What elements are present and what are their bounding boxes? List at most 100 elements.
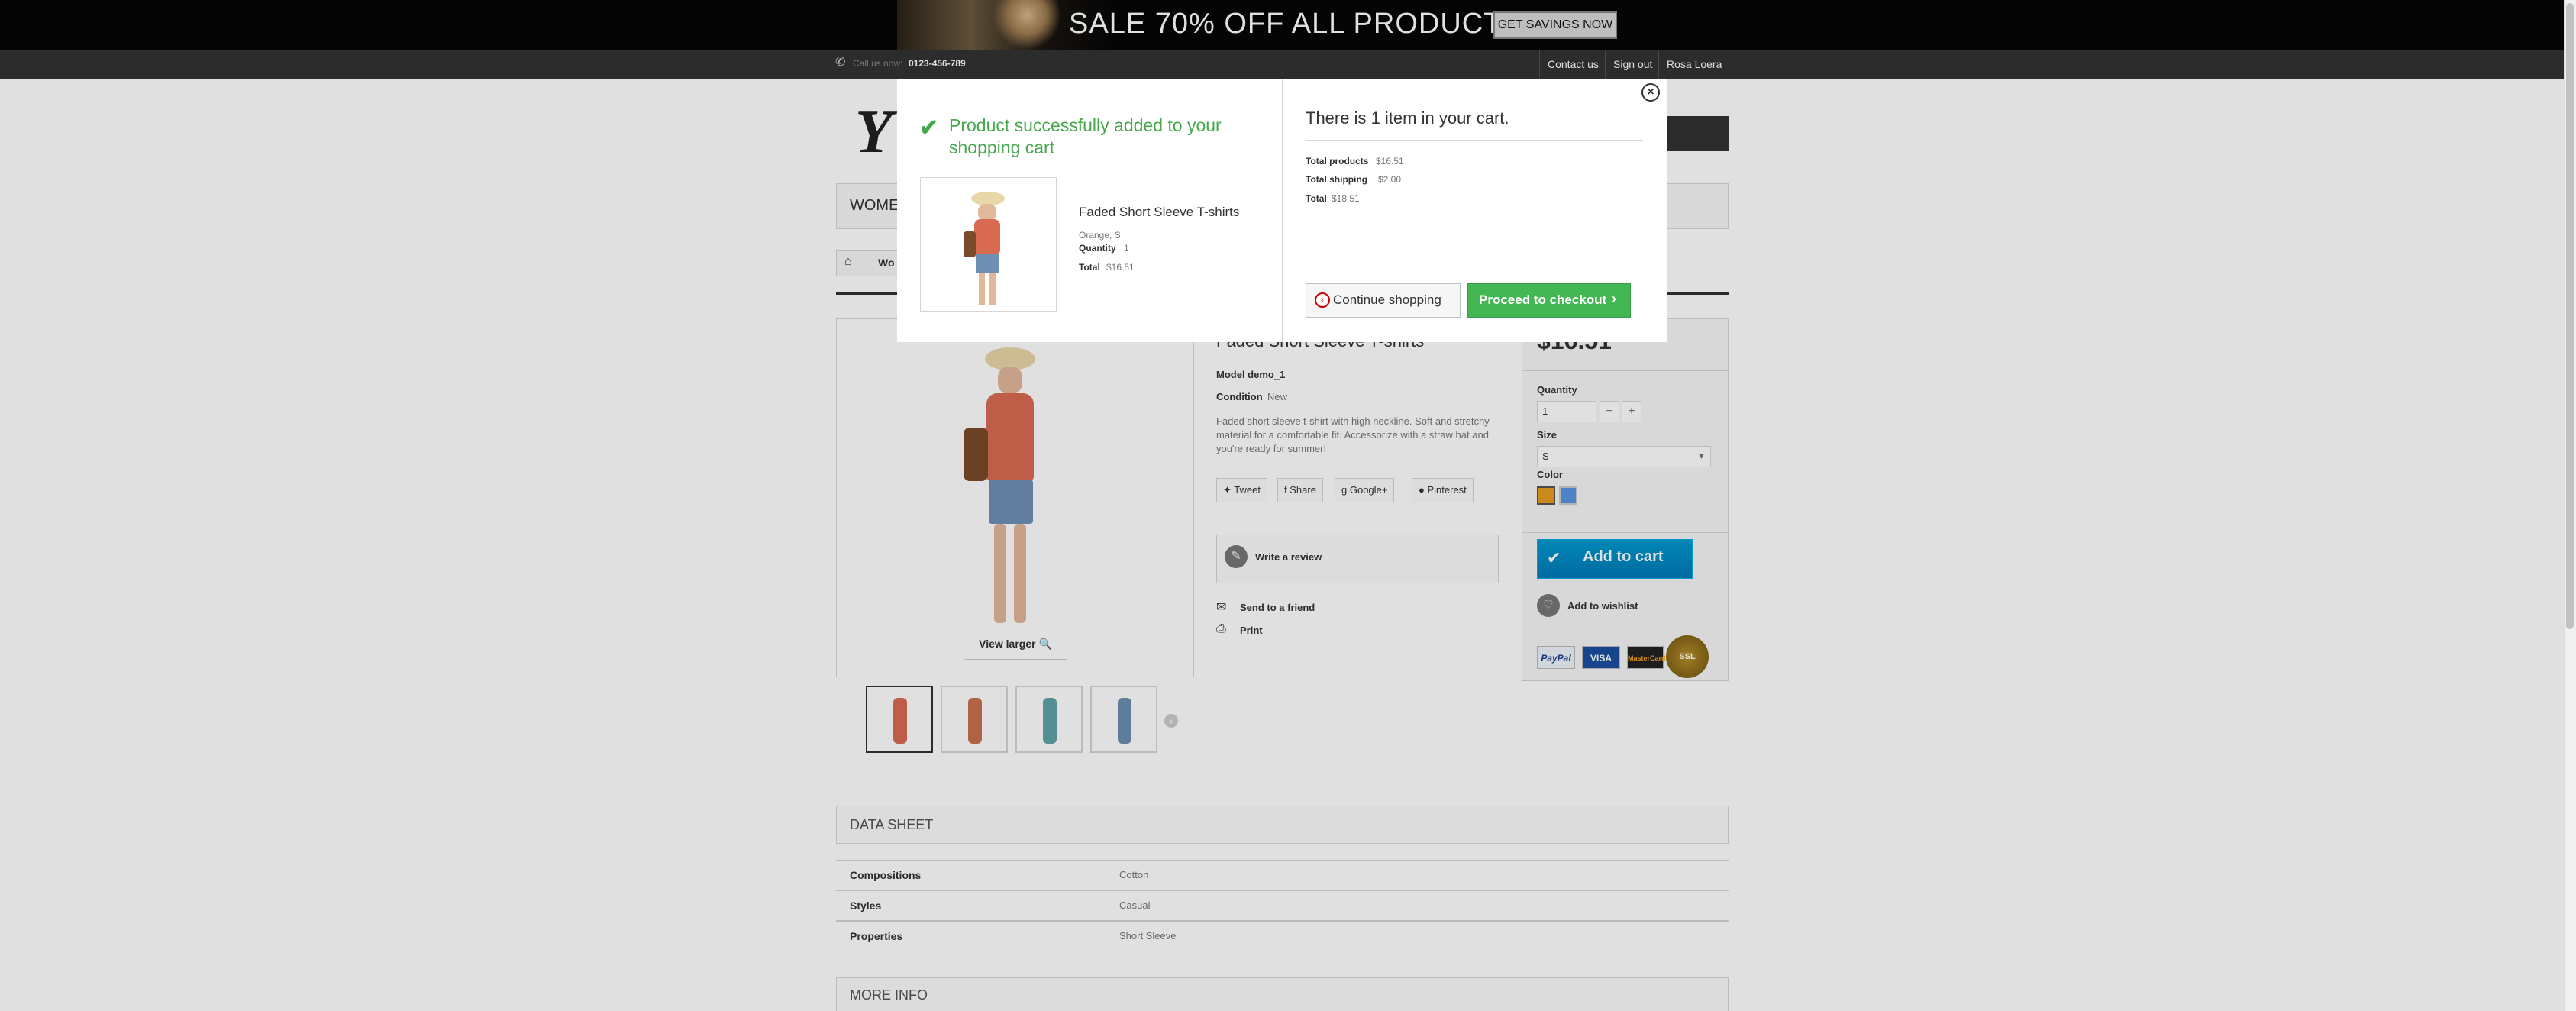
table-row <box>836 860 1729 890</box>
modal-model-shorts <box>976 254 999 273</box>
modal-product-name: Faded Short Sleeve T-shirts <box>1079 205 1240 219</box>
condition-label: Condition <box>1216 391 1263 402</box>
model-shorts <box>989 480 1033 524</box>
product-description: Faded short sleeve t-shirt with high nec… <box>1216 415 1490 454</box>
contact-us-link[interactable]: Contact us <box>1539 50 1606 79</box>
modal-model-head <box>978 204 996 221</box>
close-icon[interactable]: × <box>1641 83 1660 102</box>
banner-text: SALE 70% OFF ALL PRODUCTS <box>1069 8 1522 40</box>
size-select[interactable]: S <box>1537 446 1711 467</box>
check-icon: ✔ <box>919 115 939 141</box>
more-info-header <box>836 977 1729 1011</box>
home-icon[interactable]: ⌂ <box>844 255 852 269</box>
modal-product-image <box>920 177 1057 312</box>
sign-out-link[interactable]: Sign out <box>1605 50 1660 79</box>
model-leg-left <box>994 524 1006 623</box>
google-plus-button[interactable]: g Google+ <box>1335 478 1395 502</box>
pencil-icon: ✎ <box>1225 545 1248 568</box>
zoom-icon: 🔍 <box>1038 638 1052 650</box>
facebook-share-button[interactable]: f Share <box>1277 478 1323 502</box>
breadcrumb-item[interactable]: Wo <box>878 257 895 269</box>
success-message: Product successfully added to your shopp… <box>949 115 1222 157</box>
divider <box>1522 370 1729 371</box>
top-nav-bar <box>0 50 2564 79</box>
cart-count-text: There is 1 item in your cart. <box>1306 108 1509 128</box>
data-sheet-value: Cotton <box>1119 869 1149 880</box>
model-bag <box>964 428 988 481</box>
envelope-icon: ✉ <box>1216 601 1227 614</box>
modal-total-label: Total <box>1079 262 1100 273</box>
cart-total-value: $18.51 <box>1332 193 1360 204</box>
pinterest-button[interactable]: ● Pinterest <box>1412 478 1474 502</box>
thumbnail-2[interactable] <box>941 686 1008 753</box>
color-swatch-orange[interactable] <box>1537 486 1555 505</box>
chevron-down-icon[interactable]: ▼ <box>1693 447 1709 466</box>
total-shipping-value: $2.00 <box>1378 174 1402 185</box>
phone-icon: ✆ <box>835 56 846 69</box>
thumbnail-1[interactable] <box>866 686 933 753</box>
banner-model-figure <box>993 0 1061 50</box>
add-to-cart-label: Add to cart <box>1583 548 1664 565</box>
thumb-figure <box>968 698 982 744</box>
twitter-icon: ✦ <box>1223 484 1232 496</box>
quantity-minus-button[interactable]: − <box>1600 401 1619 422</box>
visa-logo: VISA <box>1582 646 1620 669</box>
phone-number: 0123-456-789 <box>909 58 966 69</box>
add-to-wishlist-link[interactable]: Add to wishlist <box>1567 600 1638 612</box>
product-model: Model demo_1 <box>1216 369 1286 380</box>
get-savings-button[interactable]: GET SAVINGS NOW <box>1493 11 1617 39</box>
total-products-value: $16.51 <box>1376 156 1404 166</box>
thumbnail-3[interactable] <box>1015 686 1083 753</box>
color-swatch-blue[interactable] <box>1559 486 1577 505</box>
modal-divider <box>1282 79 1283 342</box>
thumbnail-next-icon[interactable]: › <box>1164 714 1178 728</box>
model-leg-right <box>1014 524 1026 623</box>
call-us-label: Call us now: <box>853 58 903 69</box>
data-sheet-value: Short Sleeve <box>1119 930 1177 942</box>
thumbnail-4[interactable] <box>1090 686 1157 753</box>
send-to-friend-link[interactable]: Send to a friend <box>1240 602 1315 613</box>
pinterest-label: Pinterest <box>1427 484 1467 496</box>
data-sheet-header <box>836 806 1729 844</box>
total-products-label: Total products <box>1306 156 1369 166</box>
table-row <box>836 921 1729 951</box>
shop-logo[interactable]: Y <box>855 98 893 167</box>
thumb-figure <box>893 698 907 744</box>
write-review-link[interactable]: Write a review <box>1255 551 1322 563</box>
proceed-to-checkout-label: Proceed to checkout <box>1479 292 1607 307</box>
account-link[interactable]: Rosa Loera <box>1658 50 1729 79</box>
modal-model-leg-right <box>989 273 996 305</box>
color-label: Color <box>1537 469 1563 480</box>
quantity-label: Quantity <box>1537 384 1577 396</box>
view-larger-label: View larger <box>979 638 1036 650</box>
thumb-figure <box>1118 698 1131 744</box>
chevron-left-icon: ‹ <box>1315 292 1330 308</box>
modal-quantity-value: 1 <box>1124 243 1129 254</box>
modal-product-attributes: Orange, S <box>1079 230 1121 241</box>
cart-divider <box>1306 140 1643 141</box>
chevron-right-icon: › <box>1612 291 1616 306</box>
paypal-logo: PayPal <box>1537 646 1575 669</box>
data-sheet-key: Compositions <box>850 869 922 881</box>
view-larger-button[interactable]: View larger 🔍 <box>964 628 1067 660</box>
google-plus-icon: g <box>1341 484 1348 496</box>
quantity-plus-button[interactable]: + <box>1622 401 1641 422</box>
print-link[interactable]: Print <box>1240 625 1263 636</box>
condition-value: New <box>1267 391 1288 402</box>
mastercard-logo: MasterCard <box>1627 646 1666 669</box>
heart-icon[interactable]: ♡ <box>1537 594 1560 617</box>
size-label: Size <box>1537 429 1558 441</box>
security-badge: SSL <box>1666 635 1709 678</box>
quantity-input[interactable]: 1 <box>1537 401 1596 422</box>
data-sheet-title: DATA SHEET <box>850 817 934 832</box>
model-shirt <box>986 393 1034 481</box>
scrollbar-thumb[interactable] <box>2566 3 2574 629</box>
cart-total-label: Total <box>1306 193 1327 204</box>
model-head <box>998 367 1022 394</box>
pinterest-icon: ● <box>1419 484 1425 496</box>
modal-model-bag <box>964 231 976 257</box>
tweet-button[interactable]: ✦ Tweet <box>1216 478 1267 502</box>
printer-icon: ⎙ <box>1216 622 1226 635</box>
share-label: Share <box>1290 484 1316 496</box>
modal-quantity-label: Quantity <box>1079 243 1116 254</box>
